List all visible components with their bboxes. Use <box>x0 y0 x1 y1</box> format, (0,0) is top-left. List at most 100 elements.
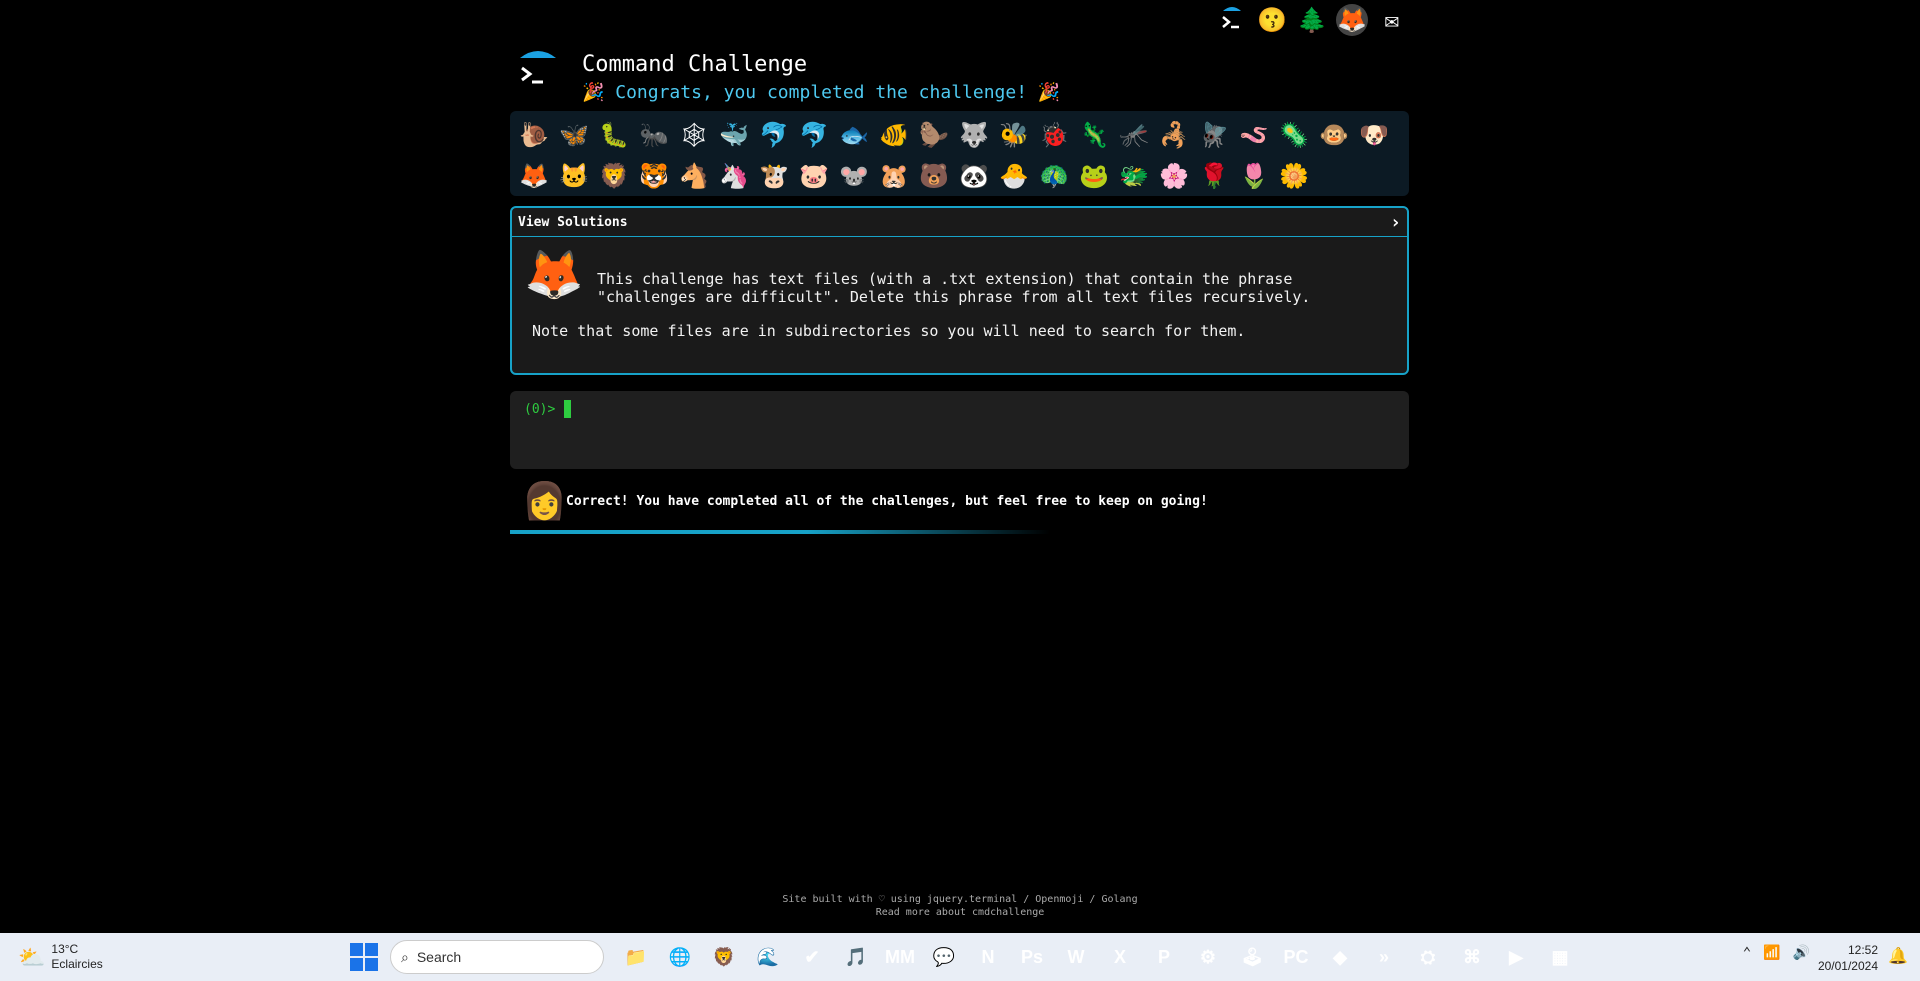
taskbar-search[interactable]: ⌕ Search <box>390 940 604 974</box>
challenge-animal-icon[interactable]: 🦫 <box>914 115 954 155</box>
taskbar-app-icon[interactable]: MM <box>882 939 918 975</box>
result-message: 👩 Correct! You have completed all of the… <box>522 480 1208 522</box>
taskbar-app-icon[interactable]: PC <box>1278 939 1314 975</box>
challenge-animal-icon[interactable]: 🦋 <box>554 115 594 155</box>
taskbar-app-icon[interactable]: ▦ <box>1542 939 1578 975</box>
taskbar-app-icon[interactable]: N <box>970 939 1006 975</box>
footer: Site built with ♡ using jquery.terminal … <box>0 893 1920 919</box>
completion-progress-bar <box>510 530 1050 534</box>
challenge-animal-icon[interactable]: 🐻 <box>914 156 954 196</box>
chevron-right-icon: › <box>1390 211 1401 233</box>
challenge-animal-icon[interactable]: 🦁 <box>594 156 634 196</box>
taskbar-app-icon[interactable]: 🌊 <box>750 939 786 975</box>
wifi-icon[interactable]: 📶 <box>1763 945 1780 961</box>
challenge-animal-icon[interactable]: 🐹 <box>874 156 914 196</box>
challenge-animal-icon[interactable]: 🌼 <box>1274 156 1314 196</box>
clock[interactable]: 12:52 20/01/2024 <box>1818 942 1878 974</box>
challenge-animal-icon[interactable]: 🐸 <box>1074 156 1114 196</box>
taskbar-app-icon[interactable]: ◆ <box>1322 939 1358 975</box>
taskbar-app-icon[interactable]: ⌘ <box>1454 939 1490 975</box>
challenge-animal-icon[interactable]: 🐴 <box>674 156 714 196</box>
taskbar-app-icon[interactable]: » <box>1366 939 1402 975</box>
weather-desc: Eclaircies <box>51 957 103 971</box>
view-solutions-toggle[interactable]: View Solutions › <box>512 208 1407 237</box>
gitlab-fox-icon[interactable]: 🦊 <box>1336 4 1368 36</box>
search-icon: ⌕ <box>401 948 409 965</box>
notification-bell-icon[interactable]: 🔔 <box>1888 946 1908 965</box>
terminal-input[interactable]: (0)> <box>510 391 1409 469</box>
challenge-animal-icon[interactable]: 🦊 <box>514 156 554 196</box>
clock-time: 12:52 <box>1847 943 1878 957</box>
challenge-animal-icon[interactable]: 🌹 <box>1194 156 1234 196</box>
weather-widget[interactable]: ⛅ 13°C Eclaircies <box>18 942 103 972</box>
challenge-animal-icon[interactable]: 🦚 <box>1034 156 1074 196</box>
windows-start-icon[interactable] <box>350 943 378 971</box>
challenge-animal-icon[interactable]: 🦄 <box>714 156 754 196</box>
page-title: Command Challenge <box>582 52 808 77</box>
taskbar-apps: 📁 🌐 🦁 🌊 ✔ 🎵 MM 💬 N Ps W X P ⚙ 🕹 PC ◆» ⛭ ⌘ ▶ ▦ <box>618 939 1578 975</box>
taskbar-app-icon[interactable]: 🕹 <box>1234 939 1270 975</box>
challenge-animal-icon[interactable]: 🪱 <box>1234 115 1274 155</box>
challenge-animal-icon[interactable]: 🐬 <box>754 115 794 155</box>
challenge-panel: View Solutions › 🦊 This challenge has te… <box>510 206 1409 375</box>
challenge-animal-icon[interactable]: 🐵 <box>1314 115 1354 155</box>
whistle-emoji-icon[interactable]: 😗 <box>1256 4 1288 36</box>
clock-date: 20/01/2024 <box>1817 959 1878 973</box>
challenge-animal-icon[interactable]: 🐌 <box>514 115 554 155</box>
challenge-animal-icon[interactable]: 🐺 <box>954 115 994 155</box>
taskbar-app-icon[interactable]: Ps <box>1014 939 1050 975</box>
challenge-animal-icon[interactable]: 🌸 <box>1154 156 1194 196</box>
taskbar-app-icon[interactable]: ⚙ <box>1190 939 1226 975</box>
challenge-animal-icon[interactable]: 🐠 <box>874 115 914 155</box>
taskbar-app-icon[interactable]: ✔ <box>794 939 830 975</box>
challenge-animal-icon[interactable]: 🐭 <box>834 156 874 196</box>
challenge-animal-icon[interactable]: 🐮 <box>754 156 794 196</box>
challenge-animal-icon[interactable]: 🐶 <box>1354 115 1394 155</box>
taskbar-app-icon[interactable]: W <box>1058 939 1094 975</box>
congrats-message: 🎉 Congrats, you completed the challenge!… <box>582 82 1061 103</box>
challenge-animal-icon[interactable]: 🐱 <box>554 156 594 196</box>
challenge-animal-icon[interactable]: 🕸 <box>674 115 714 155</box>
challenge-animal-icon[interactable]: 🐟 <box>834 115 874 155</box>
challenge-animal-icon[interactable]: 🐝 <box>994 115 1034 155</box>
fox-avatar-icon: 🦊 <box>524 247 584 303</box>
challenge-animal-icon[interactable]: 🐜 <box>634 115 674 155</box>
challenge-animal-icon[interactable]: 🐳 <box>714 115 754 155</box>
challenge-animal-icon[interactable]: 🌷 <box>1234 156 1274 196</box>
challenge-animal-icon[interactable]: 🪰 <box>1194 115 1234 155</box>
terminal-cursor <box>564 400 571 418</box>
terminal-logo-icon[interactable] <box>1216 4 1248 36</box>
chevron-up-icon[interactable]: ⌃ <box>1743 945 1751 961</box>
app-logo-icon <box>516 48 562 94</box>
taskbar-app-icon[interactable]: 🦁 <box>706 939 742 975</box>
taskbar-app-icon[interactable]: P <box>1146 939 1182 975</box>
speaker-icon[interactable]: 🔊 <box>1793 945 1810 961</box>
taskbar-app-icon[interactable]: 🌐 <box>662 939 698 975</box>
challenge-animal-icon[interactable]: 🦎 <box>1074 115 1114 155</box>
challenge-animal-icon[interactable]: 🐷 <box>794 156 834 196</box>
search-placeholder: Search <box>416 949 462 965</box>
challenge-animal-icon[interactable]: 🐲 <box>1114 156 1154 196</box>
woman-avatar-icon: 👩 <box>522 481 567 522</box>
challenge-animal-icon[interactable]: 🐬 <box>794 115 834 155</box>
taskbar-app-icon[interactable]: ▶ <box>1498 939 1534 975</box>
taskbar-app-icon[interactable]: 📁 <box>618 939 654 975</box>
challenge-animal-icon[interactable]: 🦠 <box>1274 115 1314 155</box>
taskbar-app-icon[interactable]: 🎵 <box>838 939 874 975</box>
challenge-animal-icon[interactable]: 🐞 <box>1034 115 1074 155</box>
challenge-description: This challenge has text files (with a .t… <box>597 270 1311 306</box>
footer-read-more-link[interactable]: Read more about cmdchallenge <box>0 906 1920 919</box>
challenge-animal-icon[interactable]: 🐛 <box>594 115 634 155</box>
challenge-progress-grid: 🐌 🦋 🐛 🐜 🕸 🐳 🐬 🐬 🐟 🐠 🦫 🐺 🐝 🐞 🦎 🦟 🦂 🪰 🪱 🦠 🐵 🐶 🦊 🐱 🦁 🐯 🐴 🦄 🐮 🐷 🐭 🐹 🐻 🐼 🐣 🦚 🐸 🐲 🌸 🌹… <box>510 111 1409 196</box>
challenge-animal-icon[interactable]: 🦂 <box>1154 115 1194 155</box>
taskbar-app-icon[interactable]: X <box>1102 939 1138 975</box>
footer-credits: Site built with ♡ using jquery.terminal … <box>782 894 1138 905</box>
taskbar-app-icon[interactable]: 💬 <box>926 939 962 975</box>
mail-icon[interactable]: ✉ <box>1376 4 1408 36</box>
taskbar-app-icon[interactable]: ⛭ <box>1410 939 1446 975</box>
challenge-animal-icon[interactable]: 🐣 <box>994 156 1034 196</box>
challenge-animal-icon[interactable]: 🐼 <box>954 156 994 196</box>
challenge-animal-icon[interactable]: 🦟 <box>1114 115 1154 155</box>
challenge-animal-icon[interactable]: 🐯 <box>634 156 674 196</box>
tree-icon[interactable]: 🌲 <box>1296 4 1328 36</box>
